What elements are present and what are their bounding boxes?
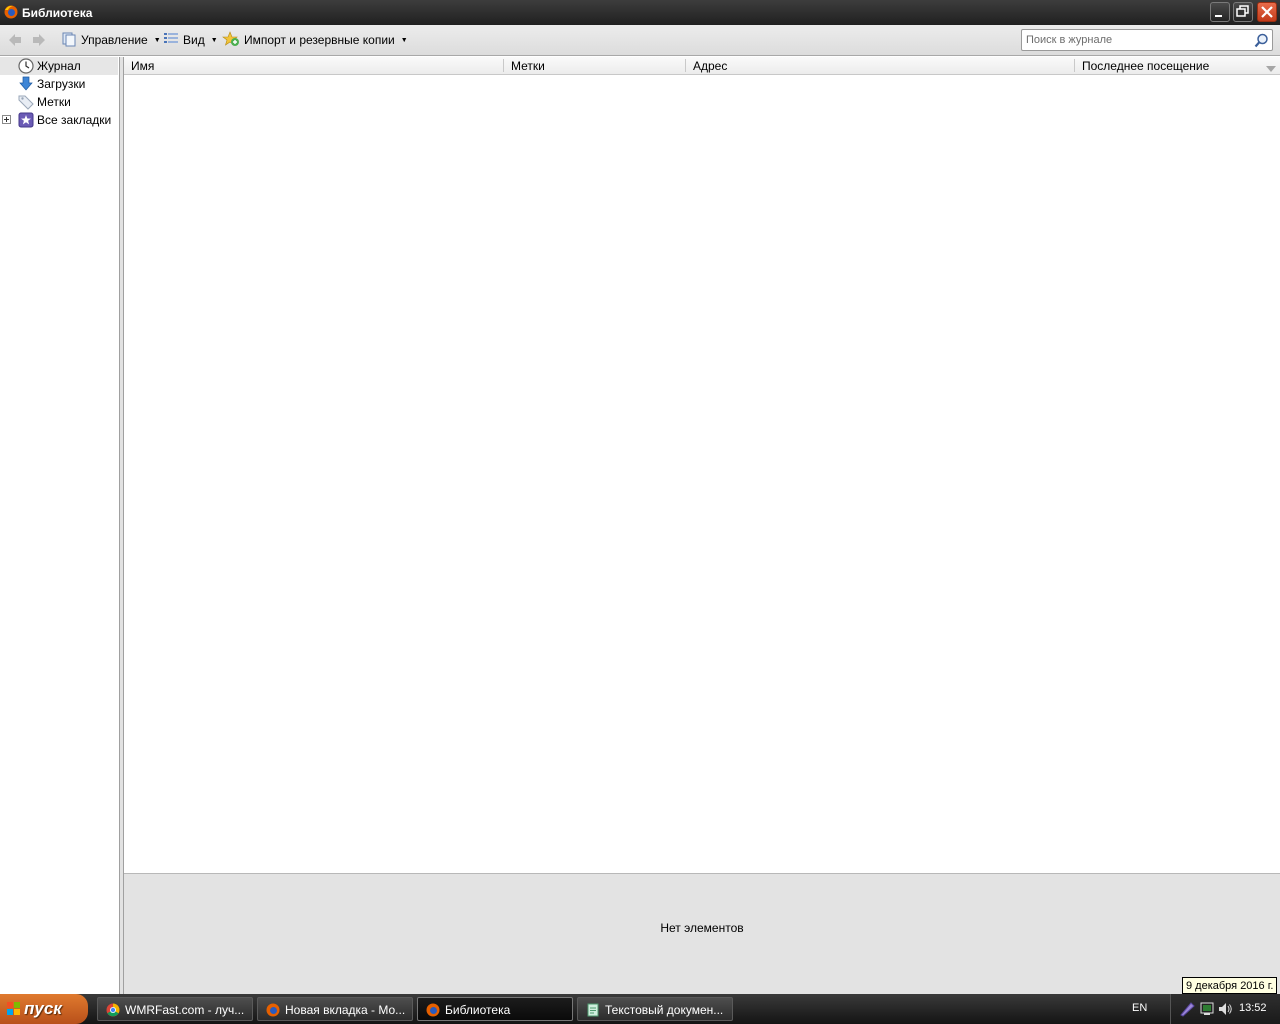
taskbar-button-label: Библиотека: [445, 1003, 511, 1017]
taskbar: пуск WMRFast.com - луч... Новая вкладка …: [0, 994, 1280, 1024]
firefox-icon: [266, 1003, 280, 1020]
search-input[interactable]: [1026, 32, 1246, 48]
notepad-icon: [586, 1003, 600, 1020]
column-header-last-visit[interactable]: Последнее посещение: [1082, 59, 1209, 73]
manage-menu-button[interactable]: Управление ▼: [61, 31, 161, 49]
sidebar-item-label: Все закладки: [37, 113, 112, 127]
history-search-box[interactable]: [1021, 29, 1273, 51]
table-header: Имя Метки Адрес Последнее посещение: [124, 57, 1280, 75]
sidebar-item-label: Журнал: [37, 59, 81, 73]
chevron-down-icon: ▼: [153, 36, 161, 44]
taskbar-button-chrome[interactable]: WMRFast.com - луч...: [97, 997, 253, 1021]
taskbar-button-firefox-newtab[interactable]: Новая вкладка - Мо...: [257, 997, 413, 1021]
sidebar-item-tags[interactable]: Метки: [0, 93, 118, 111]
column-divider[interactable]: [1074, 59, 1075, 72]
language-indicator[interactable]: EN: [1132, 1002, 1147, 1014]
column-divider[interactable]: [503, 59, 504, 72]
column-picker-icon[interactable]: [1266, 62, 1276, 76]
import-menu-label: Импорт и резервные копии: [244, 33, 395, 47]
chrome-icon: [106, 1003, 120, 1020]
clock[interactable]: 13:52: [1239, 1002, 1267, 1014]
firefox-icon: [426, 1003, 440, 1020]
chevron-down-icon: ▼: [210, 36, 218, 44]
start-button[interactable]: пуск: [0, 994, 88, 1024]
taskbar-button-notepad[interactable]: Текстовый докумен...: [577, 997, 733, 1021]
chevron-down-icon: ▼: [400, 36, 408, 44]
back-arrow-icon[interactable]: [7, 32, 23, 48]
window-title: Библиотека: [22, 6, 93, 20]
taskbar-button-label: Новая вкладка - Мо...: [285, 1003, 406, 1017]
library-sidebar: Журнал Загрузки Метки Все закладки: [0, 57, 120, 994]
tree-expand-icon[interactable]: [2, 115, 11, 124]
sidebar-item-downloads[interactable]: Загрузки: [0, 75, 118, 93]
column-divider[interactable]: [685, 59, 686, 72]
bookmarks-star-icon: [18, 112, 34, 131]
sidebar-item-label: Загрузки: [37, 77, 86, 91]
search-icon[interactable]: [1254, 33, 1269, 51]
list-view-icon: [163, 31, 179, 50]
minimize-button[interactable]: [1210, 2, 1230, 22]
title-bar[interactable]: Библиотека: [0, 0, 1280, 25]
organize-icon: [61, 31, 77, 50]
taskbar-button-label: Текстовый докумен...: [605, 1003, 724, 1017]
windows-logo-icon: [7, 1001, 21, 1015]
firefox-icon: [4, 5, 18, 22]
close-button[interactable]: [1257, 2, 1277, 22]
view-menu-button[interactable]: Вид ▼: [163, 31, 218, 49]
volume-icon[interactable]: [1217, 1001, 1233, 1020]
column-header-address[interactable]: Адрес: [693, 59, 727, 73]
column-header-tags[interactable]: Метки: [511, 59, 545, 73]
details-pane: Нет элементов: [124, 873, 1280, 994]
sidebar-item-all-bookmarks[interactable]: Все закладки: [0, 111, 118, 129]
view-menu-label: Вид: [183, 33, 205, 47]
import-backup-menu-button[interactable]: Импорт и резервные копии ▼: [222, 30, 408, 50]
restore-button[interactable]: [1233, 2, 1253, 22]
empty-state-text: Нет элементов: [660, 921, 744, 935]
sidebar-item-history[interactable]: Журнал: [0, 57, 118, 75]
import-star-icon: [222, 30, 240, 50]
forward-arrow-icon[interactable]: [31, 32, 47, 48]
pen-tray-icon[interactable]: [1179, 1001, 1195, 1020]
column-header-name[interactable]: Имя: [131, 59, 154, 73]
network-tray-icon[interactable]: [1199, 1001, 1215, 1020]
manage-menu-label: Управление: [81, 33, 148, 47]
date-tooltip: 9 декабря 2016 г.: [1182, 977, 1278, 994]
start-label: пуск: [24, 999, 62, 1018]
sidebar-item-label: Метки: [37, 95, 71, 109]
taskbar-button-library[interactable]: Библиотека: [417, 997, 573, 1021]
taskbar-button-label: WMRFast.com - луч...: [125, 1003, 245, 1017]
library-toolbar: Управление ▼ Вид ▼ Импорт и резервные ко…: [0, 25, 1280, 56]
history-table: Имя Метки Адрес Последнее посещение: [124, 57, 1280, 873]
